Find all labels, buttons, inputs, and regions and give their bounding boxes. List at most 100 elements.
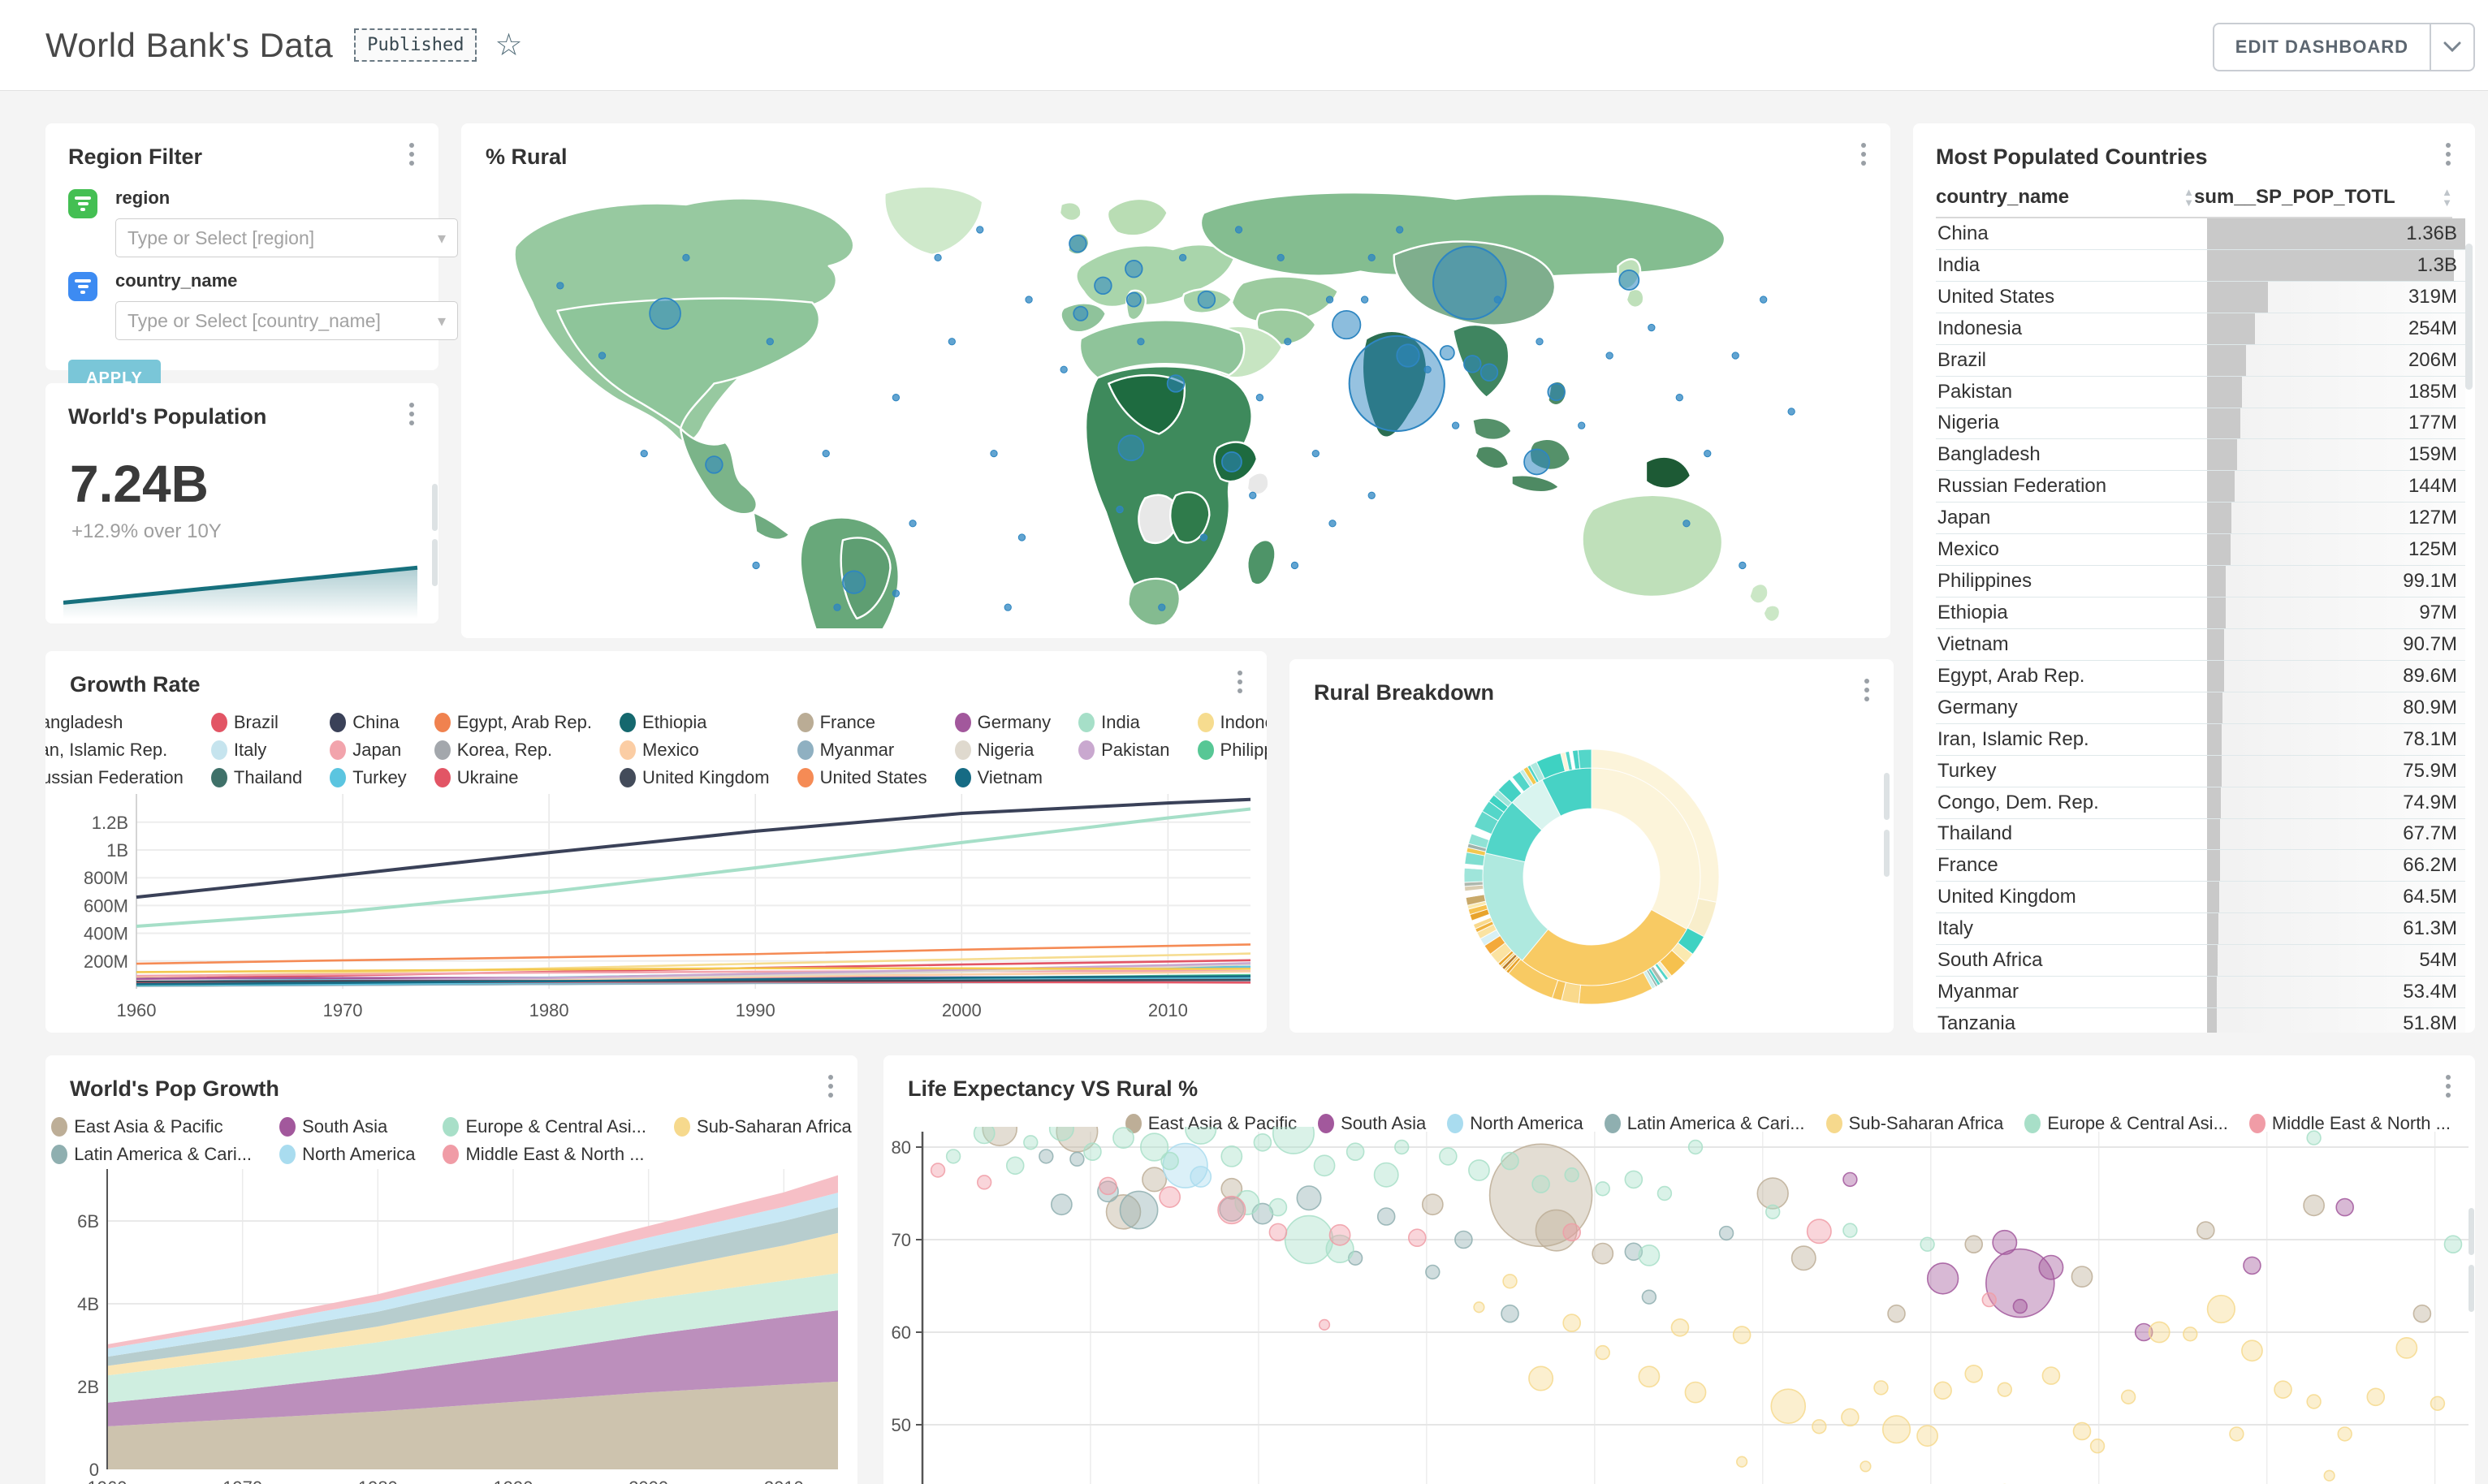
legend-item[interactable]: Germany (955, 712, 1051, 733)
legend-item[interactable]: Brazil (211, 712, 302, 733)
growth-legend: Bangladesh Brazil China Egypt, Arab Rep. Eth… (45, 712, 1267, 788)
kebab-menu-icon[interactable] (2438, 1075, 2459, 1098)
kebab-menu-icon[interactable] (1229, 671, 1250, 693)
legend-item[interactable]: Korea, Rep. (434, 740, 592, 761)
kebab-menu-icon[interactable] (2438, 143, 2459, 166)
legend-item[interactable]: United States (797, 767, 927, 788)
legend-item[interactable]: South Asia (279, 1116, 415, 1137)
legend-item[interactable]: East Asia & Pacific (51, 1116, 252, 1137)
rural-sunburst-chart[interactable] (1289, 659, 1894, 1033)
legend-item[interactable]: China (330, 712, 406, 733)
svg-text:1970: 1970 (323, 1000, 363, 1020)
growth-line-chart[interactable]: 200M400M600M800M1B1.2B196019701980199020… (45, 787, 1267, 1031)
table-row[interactable]: France66.2M (1936, 850, 2465, 882)
column-header-country[interactable]: country_name ▲▼ (1936, 186, 2194, 209)
legend-item[interactable]: Nigeria (955, 740, 1051, 761)
legend-item[interactable]: Japan (330, 740, 406, 761)
table-row[interactable]: Brazil206M (1936, 345, 2465, 377)
legend-item[interactable]: India (1078, 712, 1169, 733)
table-row[interactable]: Congo, Dem. Rep.74.9M (1936, 787, 2465, 819)
legend-item[interactable]: Indonesia (1198, 712, 1267, 733)
table-row[interactable]: India1.3B (1936, 250, 2465, 282)
resize-handle[interactable] (1884, 830, 1890, 877)
legend-dot-icon (1198, 713, 1214, 732)
kebab-menu-icon[interactable] (401, 403, 422, 425)
legend-item[interactable]: Pakistan (1078, 740, 1169, 761)
most-populated-panel: Most Populated Countries country_name ▲▼… (1913, 123, 2475, 1033)
pop-growth-area-chart[interactable]: 02B4B6B196019701980199020002010 (45, 1153, 857, 1484)
legend-item[interactable]: Mexico (620, 740, 770, 761)
legend-dot-icon (211, 740, 227, 760)
region-select[interactable]: Type or Select [region] ▾ (115, 218, 458, 257)
table-row[interactable]: Turkey75.9M (1936, 756, 2465, 787)
legend-item[interactable]: Philippines (1198, 740, 1267, 761)
legend-dot-icon (443, 1117, 459, 1137)
resize-handle[interactable] (1884, 773, 1890, 820)
favorite-star-icon[interactable]: ☆ (495, 30, 522, 61)
country-name-select[interactable]: Type or Select [country_name] ▾ (115, 301, 458, 340)
table-row[interactable]: United States319M (1936, 282, 2465, 313)
resize-handle[interactable] (2469, 1265, 2474, 1312)
table-row[interactable]: Bangladesh159M (1936, 439, 2465, 471)
table-row[interactable]: United Kingdom64.5M (1936, 882, 2465, 913)
legend-item[interactable]: Sub-Saharan Africa (674, 1116, 852, 1137)
resize-handle[interactable] (432, 539, 438, 586)
table-row[interactable]: South Africa54M (1936, 945, 2465, 977)
table-row[interactable]: Thailand67.7M (1936, 819, 2465, 851)
legend-item[interactable]: Myanmar (797, 740, 927, 761)
table-row[interactable]: Egypt, Arab Rep.89.6M (1936, 661, 2465, 692)
legend-item[interactable]: Russian Federation (45, 767, 184, 788)
population-cell: 78.1M (2207, 724, 2465, 755)
legend-item[interactable]: Bangladesh (45, 712, 184, 733)
rural-breakdown-panel: Rural Breakdown (1289, 659, 1894, 1033)
legend-item[interactable]: Turkey (330, 767, 406, 788)
svg-text:6B: 6B (77, 1211, 99, 1232)
region-filter-panel: Region Filter region Type or Select [reg… (45, 123, 438, 370)
table-row[interactable]: Myanmar53.4M (1936, 977, 2465, 1008)
table-row[interactable]: Mexico125M (1936, 534, 2465, 566)
table-row[interactable]: Indonesia254M (1936, 313, 2465, 345)
legend-item[interactable]: Europe & Central Asi... (443, 1116, 646, 1137)
legend-item[interactable]: Ukraine (434, 767, 592, 788)
table-row[interactable]: Germany80.9M (1936, 692, 2465, 724)
legend-item[interactable]: United Kingdom (620, 767, 770, 788)
legend-item[interactable]: Ethiopia (620, 712, 770, 733)
column-header-population[interactable]: sum__SP_POP_TOTL ▲▼ (2194, 186, 2452, 209)
legend-item[interactable]: Egypt, Arab Rep. (434, 712, 592, 733)
world-choropleth-map[interactable] (476, 174, 1876, 628)
legend-dot-icon (211, 713, 227, 732)
table-row[interactable]: Nigeria177M (1936, 408, 2465, 440)
scatter-bubble-chart[interactable]: 80706050 (883, 1127, 2475, 1484)
table-row[interactable]: Philippines99.1M (1936, 566, 2465, 597)
sort-icon[interactable]: ▲▼ (2442, 188, 2452, 207)
published-badge[interactable]: Published (354, 28, 477, 62)
table-row[interactable]: China1.36B (1936, 218, 2465, 250)
kebab-menu-icon[interactable] (820, 1075, 841, 1098)
table-row[interactable]: Vietnam90.7M (1936, 629, 2465, 661)
table-row[interactable]: Japan127M (1936, 503, 2465, 534)
table-row[interactable]: Italy61.3M (1936, 913, 2465, 945)
kebab-menu-icon[interactable] (401, 143, 422, 166)
legend-item[interactable]: Vietnam (955, 767, 1051, 788)
sort-icon[interactable]: ▲▼ (2183, 188, 2194, 207)
table-row[interactable]: Russian Federation144M (1936, 471, 2465, 503)
legend-item[interactable]: Iran, Islamic Rep. (45, 740, 184, 761)
resize-handle[interactable] (432, 484, 438, 531)
kebab-menu-icon[interactable] (1853, 143, 1874, 166)
filter-icon (68, 189, 97, 218)
table-row[interactable]: Pakistan185M (1936, 377, 2465, 408)
edit-menu-chevron-button[interactable] (2431, 23, 2475, 71)
resize-handle[interactable] (2469, 1208, 2474, 1255)
table-scrollbar[interactable] (2465, 244, 2473, 390)
table-row[interactable]: Tanzania51.8M (1936, 1008, 2465, 1033)
table-row[interactable]: Iran, Islamic Rep.78.1M (1936, 724, 2465, 756)
table-row[interactable]: Ethiopia97M (1936, 597, 2465, 629)
legend-label: Vietnam (978, 767, 1043, 788)
population-cell: 67.7M (2207, 819, 2465, 850)
population-cell: 80.9M (2207, 692, 2465, 723)
country-cell: Ethiopia (1936, 597, 2207, 628)
legend-item[interactable]: Thailand (211, 767, 302, 788)
edit-dashboard-button[interactable]: EDIT DASHBOARD (2213, 23, 2431, 71)
legend-item[interactable]: Italy (211, 740, 302, 761)
legend-item[interactable]: France (797, 712, 927, 733)
